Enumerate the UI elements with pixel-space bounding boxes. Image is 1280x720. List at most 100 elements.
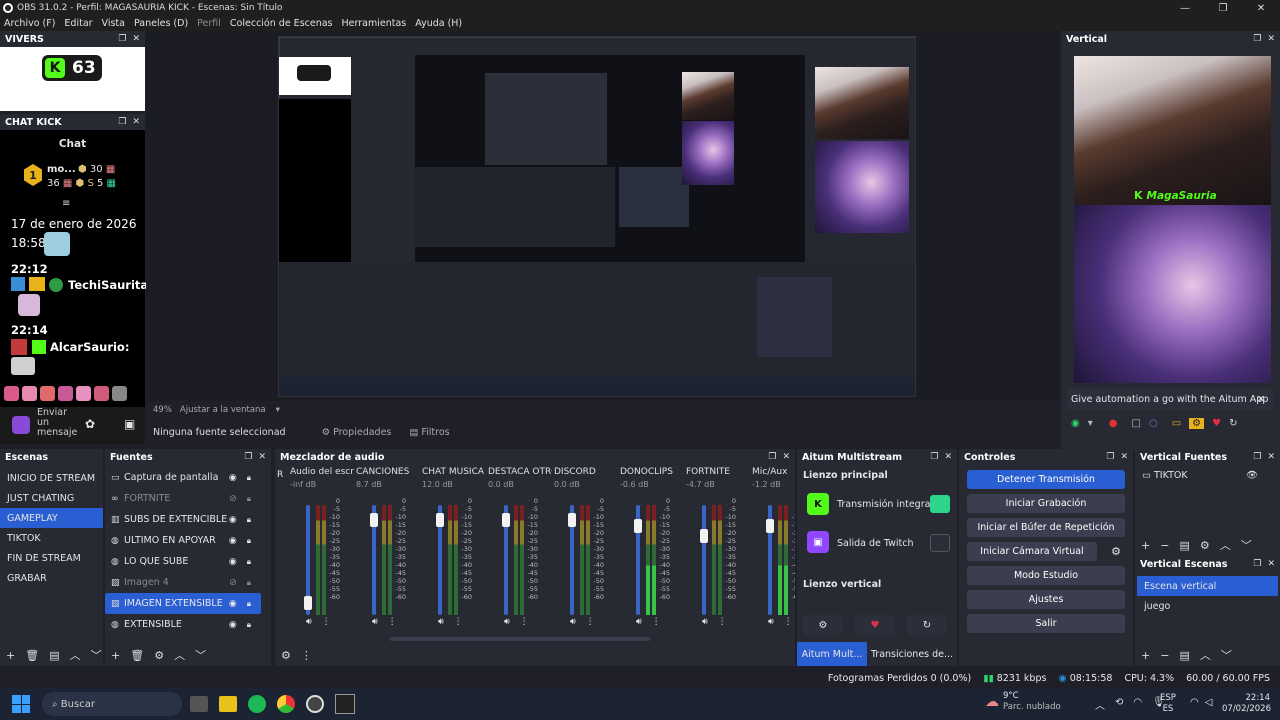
- menu-item-6[interactable]: Herramientas: [342, 18, 407, 29]
- minimize-button[interactable]: —: [1166, 0, 1204, 16]
- wifi-icon[interactable]: ◠: [1190, 697, 1199, 708]
- float-icon[interactable]: ❐: [118, 34, 126, 44]
- eye-icon[interactable]: 👁: [1246, 470, 1258, 481]
- filter-icon[interactable]: ▤: [1179, 649, 1189, 662]
- windows-start-icon[interactable]: [12, 695, 30, 713]
- chrome-icon[interactable]: [277, 695, 295, 713]
- maximize-button[interactable]: ❐: [1204, 0, 1242, 16]
- folder-icon[interactable]: ▭: [1172, 418, 1181, 429]
- filter-icon[interactable]: ▤: [1179, 539, 1189, 552]
- stream-icon[interactable]: ◉: [1071, 418, 1080, 429]
- tab-transitions[interactable]: Transiciones de...: [867, 642, 957, 666]
- gear-icon[interactable]: ⚙: [154, 649, 164, 662]
- scene-item[interactable]: GRABAR: [0, 568, 103, 588]
- vertical-scene-item[interactable]: Escena vertical: [1137, 576, 1278, 596]
- record-icon[interactable]: ●: [1109, 418, 1118, 429]
- chevron-down-icon[interactable]: ﹀: [195, 647, 206, 663]
- gear-icon[interactable]: ⚙: [803, 615, 843, 635]
- list-item[interactable]: ▭ TIKTOK 👁: [1135, 465, 1280, 485]
- speaker-icon[interactable]: 🔊︎: [372, 617, 378, 627]
- lock-icon[interactable]: 🔒︎: [247, 473, 251, 483]
- float-icon[interactable]: ❐: [1253, 452, 1261, 462]
- obs-icon[interactable]: [306, 695, 324, 713]
- chat-input[interactable]: Enviar un mensaje: [37, 408, 77, 438]
- chevron-down-icon[interactable]: ▾: [1088, 418, 1093, 429]
- search-box[interactable]: ⌕ Buscar: [42, 692, 182, 716]
- menu-item-2[interactable]: Vista: [102, 18, 125, 29]
- menu-item-1[interactable]: Editar: [64, 18, 92, 29]
- lock-icon[interactable]: 🔒︎: [247, 557, 251, 567]
- emoji-icon[interactable]: ✿: [85, 417, 95, 431]
- lock-icon[interactable]: 🔒︎: [247, 515, 251, 525]
- close-icon[interactable]: ✕: [132, 117, 140, 127]
- menu-icon[interactable]: ⋮: [520, 617, 529, 627]
- eye-icon[interactable]: ◉: [229, 620, 237, 630]
- float-icon[interactable]: ❐: [1106, 452, 1114, 462]
- eye-off-icon[interactable]: ⊘: [229, 494, 237, 504]
- float-icon[interactable]: ❐: [930, 452, 938, 462]
- fader-handle[interactable]: [700, 529, 708, 543]
- eye-off-icon[interactable]: ⊘: [229, 578, 237, 588]
- trash-icon[interactable]: 🗑: [130, 649, 144, 662]
- filters-button[interactable]: ▤ Filtros: [409, 427, 449, 438]
- close-icon[interactable]: ✕: [258, 452, 266, 462]
- add-icon[interactable]: +: [6, 649, 15, 662]
- preview-canvas[interactable]: [146, 31, 1058, 401]
- circle-icon[interactable]: ○: [1149, 418, 1158, 429]
- source-item[interactable]: ▨ IMAGEN EXTENSIBLE ◉ 🔒︎: [105, 593, 261, 614]
- menu-icon[interactable]: ⋮: [301, 649, 312, 662]
- control-button[interactable]: Iniciar el Búfer de Repetición: [967, 518, 1125, 537]
- control-button[interactable]: Iniciar Cámara Virtual: [967, 542, 1097, 561]
- chevron-up-icon[interactable]: ︿: [174, 647, 185, 663]
- properties-button[interactable]: ⚙ Propiedades: [322, 427, 392, 438]
- chevron-up-icon[interactable]: ︿: [1220, 537, 1231, 553]
- scene-item[interactable]: INICIO DE STREAM: [0, 468, 103, 488]
- control-button[interactable]: Ajustes: [967, 590, 1125, 609]
- gear-icon[interactable]: ⚙: [281, 649, 291, 662]
- trash-icon[interactable]: 🗑: [25, 649, 39, 662]
- lock-icon[interactable]: 🔒︎: [247, 536, 251, 546]
- menu-item-7[interactable]: Ayuda (H): [415, 18, 462, 29]
- emote-icon[interactable]: [4, 386, 19, 401]
- chevron-down-icon[interactable]: ﹀: [91, 647, 102, 663]
- add-icon[interactable]: +: [1141, 539, 1150, 552]
- heart-icon[interactable]: ♥: [855, 615, 895, 635]
- source-item[interactable]: ▨ Imagen 4 ⊘ 🔒︎: [105, 572, 261, 593]
- minus-icon[interactable]: −: [1160, 649, 1169, 662]
- tab-aitum[interactable]: Aitum Mult...: [797, 642, 867, 666]
- float-icon[interactable]: ❐: [1253, 34, 1261, 44]
- emote-icon[interactable]: [22, 386, 37, 401]
- control-button[interactable]: Modo Estudio: [967, 566, 1125, 585]
- fader-handle[interactable]: [502, 512, 510, 527]
- close-icon[interactable]: ✕: [132, 34, 140, 44]
- float-icon[interactable]: ❐: [768, 452, 776, 462]
- source-item[interactable]: ◍ LO QUE SUBE ◉ 🔒︎: [105, 551, 261, 572]
- float-icon[interactable]: ❐: [244, 452, 252, 462]
- vertical-scene-item[interactable]: juego: [1137, 596, 1278, 616]
- control-button[interactable]: Detener Transmisión: [967, 470, 1125, 489]
- fader-handle[interactable]: [568, 512, 576, 527]
- chevron-up-icon[interactable]: ︿: [70, 647, 81, 663]
- close-icon[interactable]: ✕: [1267, 452, 1275, 462]
- wifi-icon[interactable]: ◠: [1133, 697, 1142, 712]
- gear-icon[interactable]: ⚙: [1200, 539, 1210, 552]
- chevron-down-icon[interactable]: ﹀: [1221, 647, 1232, 663]
- menu-icon[interactable]: ⋮: [586, 617, 595, 627]
- folder-icon[interactable]: [219, 696, 237, 712]
- menu-icon[interactable]: ⋮: [388, 617, 397, 627]
- microphone-icon[interactable]: [12, 416, 30, 434]
- volume-fader[interactable]: [702, 505, 706, 615]
- menu-icon[interactable]: ⋮: [718, 617, 727, 627]
- close-icon[interactable]: ✕: [1257, 394, 1265, 405]
- source-item[interactable]: ◍ ULTIMO EN APOYAR ◉ 🔒︎: [105, 530, 261, 551]
- eye-icon[interactable]: ◉: [229, 536, 237, 546]
- source-item[interactable]: ▭ Captura de pantalla ◉ 🔒︎: [105, 467, 261, 488]
- mixer-scrollbar[interactable]: [390, 637, 650, 641]
- float-icon[interactable]: ❐: [118, 117, 126, 127]
- task-view-icon[interactable]: [190, 696, 208, 712]
- menu-icon[interactable]: ⋮: [454, 617, 463, 627]
- lock-icon[interactable]: 🔒︎: [247, 620, 251, 630]
- emote-icon[interactable]: [112, 386, 127, 401]
- close-icon[interactable]: ✕: [944, 452, 952, 462]
- scene-item[interactable]: GAMEPLAY: [0, 508, 103, 528]
